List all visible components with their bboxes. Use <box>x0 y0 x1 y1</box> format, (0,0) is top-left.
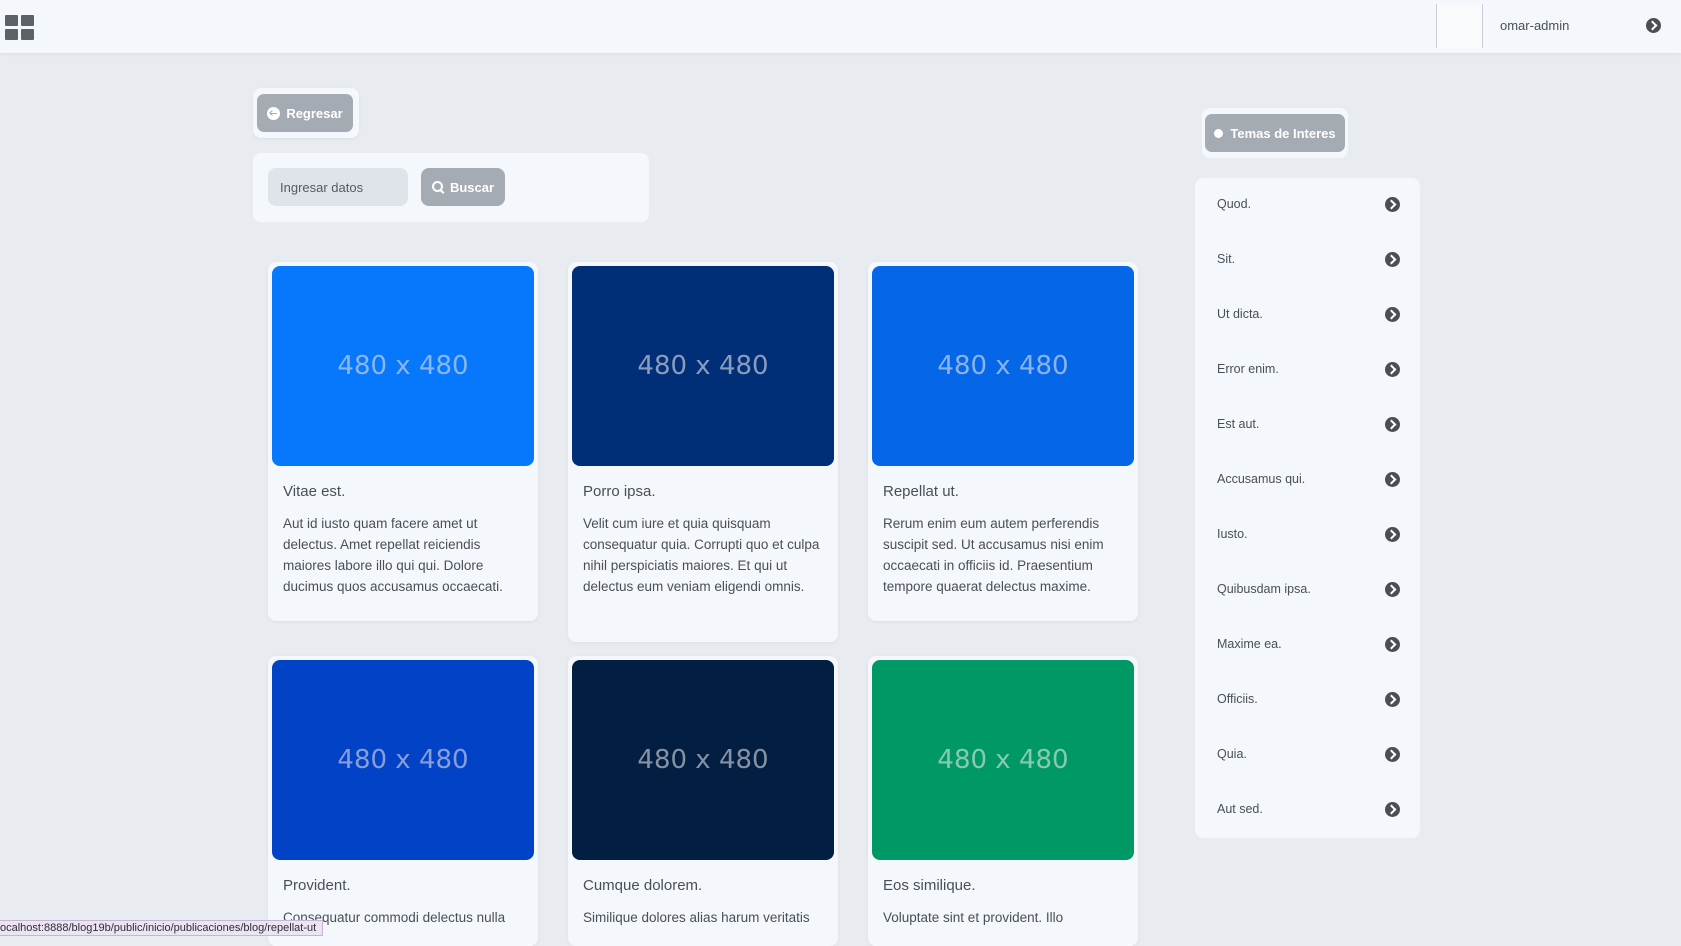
post-title[interactable]: Cumque dolorem. <box>583 877 702 894</box>
chevron-right-circle-icon[interactable] <box>1385 637 1400 652</box>
chevron-right-circle-icon[interactable] <box>1385 252 1400 267</box>
grid-cell <box>5 15 18 26</box>
grid-cell <box>21 29 34 40</box>
topics-title: Temas de Interes <box>1230 125 1336 141</box>
topic-item[interactable]: Officiis. <box>1195 680 1420 720</box>
post-card[interactable]: 480 x 480 Vitae est. Aut id iusto quam f… <box>268 262 538 621</box>
topic-label: Iusto. <box>1217 527 1248 541</box>
post-excerpt: Similique dolores alias harum veritatis <box>583 910 810 925</box>
post-image-placeholder[interactable]: 480 x 480 <box>572 660 834 860</box>
search-button[interactable]: Buscar <box>421 168 505 206</box>
post-title[interactable]: Porro ipsa. <box>583 483 656 500</box>
chevron-right-circle-icon[interactable] <box>1385 417 1400 432</box>
topic-label: Maxime ea. <box>1217 637 1282 651</box>
post-title[interactable]: Vitae est. <box>283 483 345 500</box>
topic-label: Aut sed. <box>1217 802 1263 816</box>
post-card[interactable]: 480 x 480 Repellat ut. Rerum enim eum au… <box>868 262 1138 621</box>
chevron-right-circle-icon[interactable] <box>1385 527 1400 542</box>
chevron-right-circle-icon[interactable] <box>1385 802 1400 817</box>
search-input[interactable] <box>268 168 408 206</box>
topic-label: Quibusdam ipsa. <box>1217 582 1311 596</box>
topic-item[interactable]: Sit. <box>1195 240 1420 280</box>
search-icon <box>431 181 444 193</box>
topic-item[interactable]: Quia. <box>1195 735 1420 775</box>
back-button[interactable]: Regresar <box>257 94 353 132</box>
chevron-right-circle-icon[interactable] <box>1385 197 1400 212</box>
chevron-right-circle-icon[interactable] <box>1385 307 1400 322</box>
topic-label: Est aut. <box>1217 417 1260 431</box>
post-excerpt: Aut id iusto quam facere amet ut delectu… <box>283 516 503 594</box>
image-size-label: 480 x 480 <box>637 351 769 381</box>
grid-menu-icon[interactable] <box>5 15 34 40</box>
post-image-placeholder[interactable]: 480 x 480 <box>272 266 534 466</box>
chevron-right-circle-icon[interactable] <box>1385 472 1400 487</box>
topics-header: Temas de Interes <box>1202 108 1348 158</box>
chevron-right-circle-icon[interactable] <box>1385 362 1400 377</box>
post-card[interactable]: 480 x 480 Eos similique. Voluptate sint … <box>868 656 1138 946</box>
back-button-container: Regresar <box>253 88 359 138</box>
topic-label: Sit. <box>1217 252 1236 266</box>
topic-label: Error enim. <box>1217 362 1279 376</box>
topic-item[interactable]: Ut dicta. <box>1195 295 1420 335</box>
post-image-placeholder[interactable]: 480 x 480 <box>272 660 534 860</box>
search-button-label: Buscar <box>449 179 495 195</box>
post-card[interactable]: 480 x 480 Provident. Consequatur commodi… <box>268 656 538 946</box>
top-navbar: omar-admin <box>0 0 1681 53</box>
topic-item[interactable]: Est aut. <box>1195 405 1420 445</box>
post-title[interactable]: Repellat ut. <box>883 483 959 500</box>
topic-item[interactable]: Accusamus qui. <box>1195 460 1420 500</box>
back-button-label: Regresar <box>286 105 343 121</box>
topic-item[interactable]: Aut sed. <box>1195 790 1420 830</box>
topic-item[interactable]: Quod. <box>1195 185 1420 225</box>
topic-item[interactable]: Error enim. <box>1195 350 1420 390</box>
topic-label: Ut dicta. <box>1217 307 1263 321</box>
post-title[interactable]: Eos similique. <box>883 877 976 894</box>
post-excerpt: Rerum enim eum autem perferendis suscipi… <box>883 516 1104 594</box>
post-excerpt: Velit cum iure et quia quisquam consequa… <box>583 516 820 594</box>
user-name[interactable]: omar-admin <box>1500 18 1569 33</box>
topics-list: Quod. Sit. Ut dicta. Error enim. Est aut… <box>1195 178 1420 838</box>
grid-cell <box>5 29 18 40</box>
topic-label: Quia. <box>1217 747 1247 761</box>
image-size-label: 480 x 480 <box>937 745 1069 775</box>
post-image-placeholder[interactable]: 480 x 480 <box>872 266 1134 466</box>
chevron-right-circle-icon[interactable] <box>1385 747 1400 762</box>
post-image-placeholder[interactable]: 480 x 480 <box>572 266 834 466</box>
post-image-placeholder[interactable]: 480 x 480 <box>872 660 1134 860</box>
topic-item[interactable]: Iusto. <box>1195 515 1420 555</box>
chevron-right-circle-icon[interactable] <box>1385 582 1400 597</box>
image-size-label: 480 x 480 <box>637 745 769 775</box>
arrow-left-circle-icon <box>267 106 281 120</box>
search-card: Buscar <box>253 153 649 222</box>
post-card[interactable]: 480 x 480 Porro ipsa. Velit cum iure et … <box>568 262 838 642</box>
avatar[interactable] <box>1436 4 1483 48</box>
post-card[interactable]: 480 x 480 Cumque dolorem. Similique dolo… <box>568 656 838 946</box>
post-excerpt: Voluptate sint et provident. Illo <box>883 910 1064 925</box>
image-size-label: 480 x 480 <box>937 351 1069 381</box>
image-size-label: 480 x 480 <box>337 745 469 775</box>
topic-label: Accusamus qui. <box>1217 472 1306 486</box>
chevron-right-circle-icon[interactable] <box>1385 692 1400 707</box>
user-menu-chevron-icon[interactable] <box>1646 18 1661 33</box>
dot-icon <box>1214 128 1224 138</box>
image-size-label: 480 x 480 <box>337 351 469 381</box>
post-title[interactable]: Provident. <box>283 877 351 894</box>
topics-title-badge: Temas de Interes <box>1205 114 1345 152</box>
topic-label: Officiis. <box>1217 692 1258 706</box>
grid-cell <box>21 15 34 26</box>
topic-item[interactable]: Maxime ea. <box>1195 625 1420 665</box>
topic-label: Quod. <box>1217 197 1252 211</box>
topic-item[interactable]: Quibusdam ipsa. <box>1195 570 1420 610</box>
